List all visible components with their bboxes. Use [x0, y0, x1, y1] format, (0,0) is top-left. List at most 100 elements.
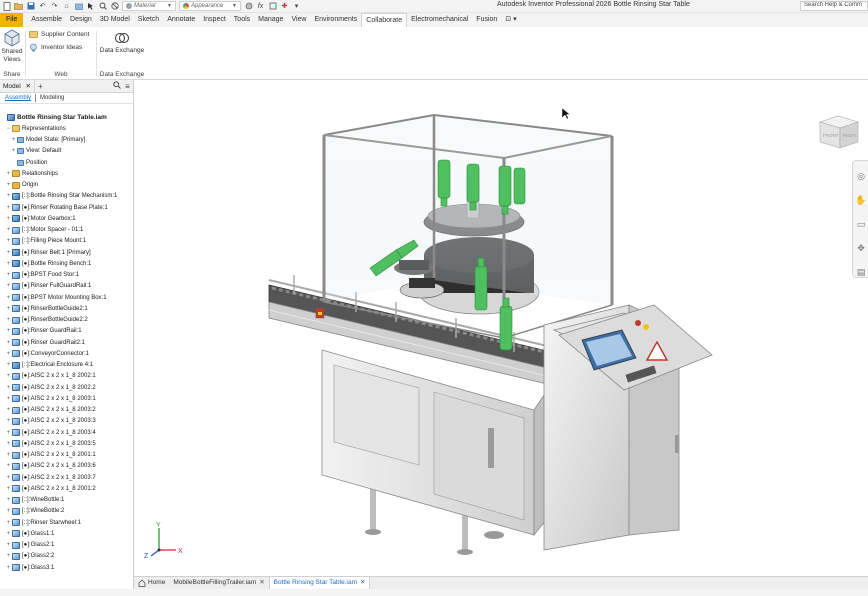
new-file-icon[interactable] — [2, 1, 11, 11]
shared-views-button[interactable]: Shared Views — [1, 29, 23, 64]
expand-toggle-icon[interactable]: + — [6, 418, 11, 424]
add-panel-icon[interactable]: + — [35, 82, 46, 91]
tree-node[interactable]: − Representations — [0, 123, 134, 134]
tree-node[interactable]: + [●]:ConveyorConnector:1 — [0, 348, 134, 359]
expand-toggle-icon[interactable]: + — [6, 475, 11, 481]
expand-toggle-icon[interactable]: + — [6, 542, 11, 548]
expand-toggle-icon[interactable]: + — [6, 295, 11, 301]
tab-file[interactable]: File — [0, 13, 24, 27]
expand-toggle-icon[interactable]: + — [6, 193, 11, 199]
tree-node[interactable]: + [●]:Rinser GuardRail2:1 — [0, 337, 134, 348]
select-icon[interactable] — [86, 2, 95, 11]
expand-toggle-icon[interactable]: + — [6, 205, 11, 211]
expand-toggle-icon[interactable]: + — [11, 137, 16, 143]
tab-sketch[interactable]: Sketch — [134, 13, 163, 27]
expand-toggle-icon[interactable]: + — [6, 373, 11, 379]
expand-toggle-icon[interactable]: + — [6, 283, 11, 289]
menu-icon[interactable]: ≡ — [122, 82, 133, 91]
tree-root[interactable]: Bottle Rinsing Star Table.iam — [0, 112, 134, 123]
expand-toggle-icon[interactable]: + — [6, 351, 11, 357]
zoom-page-icon[interactable]: ▭ — [854, 215, 868, 233]
tab-tools[interactable]: Tools — [230, 13, 254, 27]
expand-toggle-icon[interactable]: + — [6, 531, 11, 537]
tree-node[interactable]: + [●]:AISC 2 x 2 x 1_8 2001:2 — [0, 483, 134, 494]
tab-manage[interactable]: Manage — [254, 13, 287, 27]
graphics-viewport[interactable]: Y X Z FRONT RIGHT — [134, 80, 868, 576]
tab-design[interactable]: Design — [66, 13, 96, 27]
steering-wheel-icon[interactable]: ◎ — [854, 167, 868, 185]
ribbon-options-icon[interactable]: ⊡ ▾ — [501, 13, 520, 27]
appearance-combo[interactable]: Appearance ▼ — [179, 1, 241, 11]
save-icon[interactable] — [26, 2, 35, 11]
clear-appearance-icon[interactable] — [110, 2, 119, 11]
expand-toggle-icon[interactable]: + — [6, 441, 11, 447]
expand-toggle-icon[interactable]: + — [6, 520, 11, 526]
expand-toggle-icon[interactable]: + — [6, 553, 11, 559]
tree-node[interactable]: Position — [0, 157, 134, 168]
tree-node[interactable]: + [●]:AISC 2 x 2 x 1_8 2003:4 — [0, 427, 134, 438]
expand-toggle-icon[interactable]: + — [6, 362, 11, 368]
tab-electromechanical[interactable]: Electromechanical — [407, 13, 472, 27]
tab-3d-model[interactable]: 3D Model — [96, 13, 134, 27]
customize-qat-icon[interactable]: ▾ — [292, 2, 301, 11]
undo-icon[interactable]: ↶ — [38, 2, 47, 11]
expand-toggle-icon[interactable]: + — [6, 385, 11, 391]
tree-node[interactable]: + [●]:AISC 2 x 2 x 1_8 2003:7 — [0, 472, 134, 483]
tree-node[interactable]: + [::]:Rinser Starwheel:1 — [0, 517, 134, 528]
expand-toggle-icon[interactable]: + — [6, 306, 11, 312]
tree-node[interactable]: + [●]:AISC 2 x 2 x 1_8 2003:6 — [0, 461, 134, 472]
redo-icon[interactable]: ↷ — [50, 2, 59, 11]
tree-node[interactable]: + [●]:Rinser Rotating Base Plate:1 — [0, 202, 134, 213]
expand-toggle-icon[interactable]: + — [6, 216, 11, 222]
tree-node[interactable]: + [●]:AISC 2 x 2 x 1_8 2002:1 — [0, 371, 134, 382]
search-icon[interactable] — [111, 81, 122, 91]
update-icon[interactable] — [74, 2, 83, 11]
tab-view[interactable]: View — [287, 13, 310, 27]
tree-node[interactable]: + [::]:Motor Spacer - 01:1 — [0, 225, 134, 236]
expand-toggle-icon[interactable]: + — [6, 396, 11, 402]
tree-node[interactable]: + [●]:Rinser Belt:1 [Primary] — [0, 247, 134, 258]
expand-toggle-icon[interactable]: + — [6, 272, 11, 278]
tree-node[interactable]: + [●]:AISC 2 x 2 x 1_8 2003:2 — [0, 405, 134, 416]
expand-toggle-icon[interactable]: + — [6, 328, 11, 334]
tree-node[interactable]: + [●]:Glass3:1 — [0, 562, 134, 573]
tab-inspect[interactable]: Inspect — [199, 13, 230, 27]
expand-toggle-icon[interactable]: + — [6, 486, 11, 492]
expand-toggle-icon[interactable]: + — [6, 238, 11, 244]
tree-node[interactable]: + [●]:BPST Food Stor:1 — [0, 270, 134, 281]
tree-node[interactable]: + Origin — [0, 180, 134, 191]
tree-node[interactable]: + [●]:Glass2:2 — [0, 551, 134, 562]
expand-toggle-icon[interactable]: + — [6, 463, 11, 469]
expand-toggle-icon[interactable]: + — [6, 182, 11, 188]
expand-toggle-icon[interactable]: − — [6, 126, 11, 132]
expand-toggle-icon[interactable]: + — [6, 452, 11, 458]
tree-node[interactable]: + [●]:Bottle Rinsing Bench:1 — [0, 258, 134, 269]
expand-toggle-icon[interactable]: + — [11, 148, 16, 154]
tree-node[interactable]: + Model State: [Primary] — [0, 135, 134, 146]
subtab-assembly[interactable]: Assembly — [2, 95, 34, 101]
expand-toggle-icon[interactable]: + — [6, 250, 11, 256]
plus-icon[interactable]: ✚ — [280, 2, 289, 11]
tree-node[interactable]: + [::]:WineBottle:2 — [0, 506, 134, 517]
close-icon[interactable]: ✕ — [26, 83, 31, 90]
tree-node[interactable]: + [●]:AISC 2 x 2 x 1_8 2003:5 — [0, 438, 134, 449]
expand-toggle-icon[interactable]: + — [6, 497, 11, 503]
view-face-icon[interactable]: ▤ — [854, 263, 868, 281]
tab-mobile-bottle-filling-trailer[interactable]: MobileBottleFillingTrailer.iam ✕ — [169, 577, 268, 589]
close-icon[interactable]: ✕ — [360, 577, 365, 589]
adjust-icon[interactable] — [244, 2, 253, 11]
expand-toggle-icon[interactable]: + — [6, 508, 11, 514]
expand-toggle-icon[interactable]: + — [6, 261, 11, 267]
open-folder-icon[interactable] — [14, 2, 23, 11]
tree-node[interactable]: + [●]:AISC 2 x 2 x 1_8 2003:3 — [0, 416, 134, 427]
expand-toggle-icon[interactable]: + — [6, 340, 11, 346]
tab-environments[interactable]: Environments — [310, 13, 361, 27]
home-icon[interactable]: ⌂ — [62, 2, 71, 11]
help-search-input[interactable]: Search Help & Comm — [800, 1, 868, 11]
tab-annotate[interactable]: Annotate — [163, 13, 199, 27]
expand-toggle-icon[interactable]: + — [6, 227, 11, 233]
material-combo[interactable]: Material ▼ — [122, 1, 176, 11]
close-icon[interactable]: ✕ — [259, 577, 264, 589]
tree-node[interactable]: + [●]:AISC 2 x 2 x 1_8 2002:2 — [0, 382, 134, 393]
expand-toggle-icon[interactable]: + — [6, 407, 11, 413]
